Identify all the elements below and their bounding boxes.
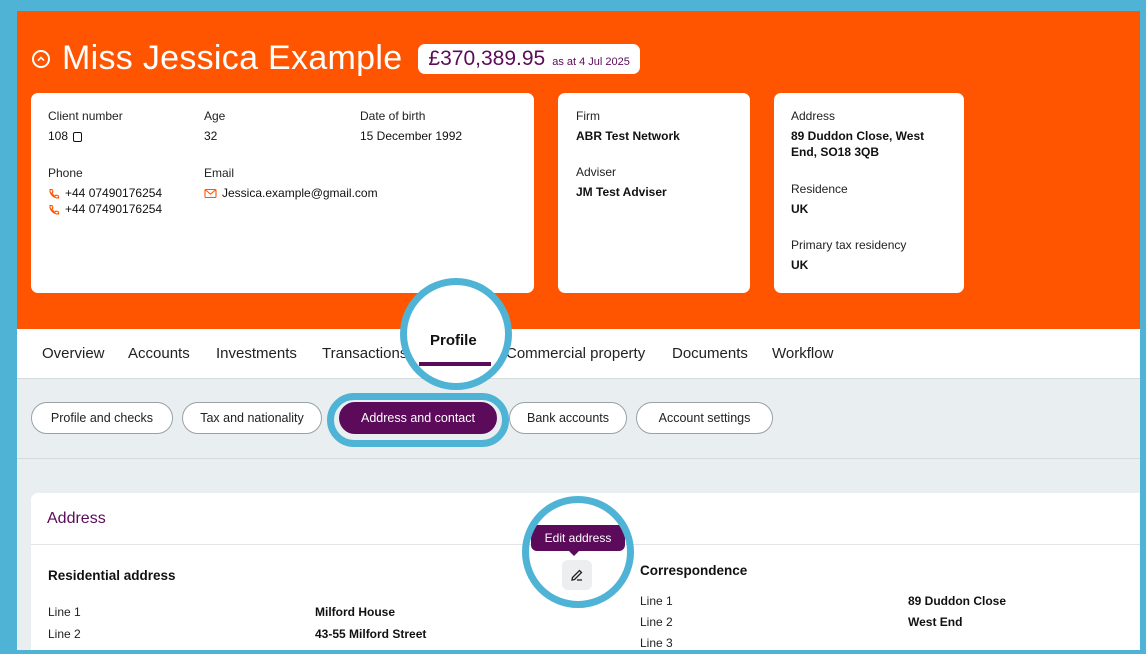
tooltip-arrow — [568, 550, 580, 556]
address-panel-title: Address — [47, 510, 106, 527]
age-value: 32 — [204, 129, 218, 143]
dob-label: Date of birth — [360, 109, 426, 123]
phone-number: +44 07490176254 — [65, 186, 163, 200]
phone-icon — [49, 204, 60, 215]
tab-commercial-property[interactable]: Commercial property — [506, 345, 645, 362]
residential-line1-label: Line 1 — [48, 605, 81, 619]
tax-residency-value: UK — [791, 258, 809, 272]
subtab-profile-and-checks[interactable]: Profile and checks — [31, 402, 173, 434]
portfolio-value: £370,389.95 — [428, 46, 546, 70]
subtab-bank-accounts[interactable]: Bank accounts — [509, 402, 627, 434]
tab-workflow[interactable]: Workflow — [772, 345, 833, 362]
adviser-field: Adviser JM Test Adviser — [576, 165, 667, 200]
residential-address-title: Residential address — [48, 568, 176, 583]
dob-field: Date of birth 15 December 1992 — [360, 109, 462, 144]
client-number-field: Client number 108 — [48, 109, 123, 144]
adviser-value: JM Test Adviser — [576, 185, 667, 199]
residence-value: UK — [791, 202, 809, 216]
age-label: Age — [204, 109, 226, 123]
residential-line2-value: 43-55 Milford Street — [315, 627, 427, 641]
mail-icon — [204, 189, 217, 199]
copy-icon[interactable] — [73, 131, 83, 142]
firm-label: Firm — [576, 109, 600, 123]
edit-address-tooltip: Edit address — [531, 525, 625, 551]
value-date: as at 4 Jul 2025 — [552, 55, 630, 68]
chevron-up-circle-icon[interactable] — [32, 49, 50, 68]
tab-investments[interactable]: Investments — [216, 345, 297, 362]
tab-accounts[interactable]: Accounts — [128, 345, 190, 362]
address-field: Address 89 Duddon Close, West End, SO18 … — [791, 109, 951, 160]
client-number: 108 — [48, 129, 69, 143]
phone-label: Phone — [48, 166, 83, 180]
tab-transactions[interactable]: Transactions — [322, 345, 407, 362]
client-page: Miss Jessica Example £370,389.95 as at 4… — [17, 11, 1140, 650]
title-row: Miss Jessica Example £370,389.95 as at 4… — [32, 39, 640, 78]
tab-documents[interactable]: Documents — [672, 345, 748, 362]
residential-line2-label: Line 2 — [48, 627, 81, 641]
residential-line1-value: Milford House — [315, 605, 395, 619]
firm-value: ABR Test Network — [576, 129, 680, 143]
correspondence-line2-value: West End — [908, 615, 963, 629]
profile-subtabs: Profile and checks Tax and nationality A… — [17, 379, 1140, 459]
firm-field: Firm ABR Test Network — [576, 109, 680, 144]
phone-icon — [49, 188, 60, 199]
tab-overview[interactable]: Overview — [42, 345, 105, 362]
correspondence-line2-label: Line 2 — [640, 615, 673, 629]
phone-number: +44 07490176254 — [65, 202, 163, 216]
pencil-icon — [571, 569, 583, 581]
phone-row[interactable]: +44 07490176254 — [48, 201, 162, 217]
tab-active-indicator — [419, 362, 491, 366]
subtab-account-settings[interactable]: Account settings — [636, 402, 773, 434]
correspondence-title: Correspondence — [640, 563, 748, 578]
tab-profile[interactable]: Profile — [430, 332, 477, 349]
client-header: Miss Jessica Example £370,389.95 as at 4… — [17, 11, 1140, 329]
correspondence-line3-label: Line 3 — [640, 636, 673, 650]
tax-residency-label: Primary tax residency — [791, 238, 907, 252]
email-field: Email Jessica.example@gmail.com — [204, 166, 378, 201]
email-row[interactable]: Jessica.example@gmail.com — [204, 185, 378, 201]
firm-card: Firm ABR Test Network Adviser JM Test Ad… — [558, 93, 750, 293]
adviser-label: Adviser — [576, 165, 617, 179]
correspondence-line1-label: Line 1 — [640, 594, 673, 608]
phone-row[interactable]: +44 07490176254 — [48, 185, 162, 201]
dob-value: 15 December 1992 — [360, 129, 463, 143]
tax-residency-field: Primary tax residency UK — [791, 238, 906, 273]
client-details-card: Client number 108 Age 32 Date of birth 1… — [31, 93, 534, 293]
residence-field: Residence UK — [791, 182, 848, 217]
edit-address-button[interactable] — [562, 560, 592, 590]
subtab-address-and-contact[interactable]: Address and contact — [339, 402, 497, 434]
age-field: Age 32 — [204, 109, 225, 144]
subtab-tax-and-nationality[interactable]: Tax and nationality — [182, 402, 322, 434]
client-name: Miss Jessica Example — [62, 39, 403, 77]
portfolio-value-badge: £370,389.95 as at 4 Jul 2025 — [418, 43, 640, 74]
email-value: Jessica.example@gmail.com — [222, 186, 378, 200]
address-label: Address — [791, 109, 836, 123]
main-tabs: Overview Accounts Investments Transactio… — [17, 329, 1140, 379]
email-label: Email — [204, 166, 235, 180]
client-number-label: Client number — [48, 109, 123, 123]
address-value: 89 Duddon Close, West End, SO18 3QB — [791, 129, 925, 159]
correspondence-line1-value: 89 Duddon Close — [908, 594, 1007, 608]
address-summary-card: Address 89 Duddon Close, West End, SO18 … — [774, 93, 964, 293]
phone-field: Phone +44 07490176254 +44 07490176254 — [48, 166, 162, 217]
residence-label: Residence — [791, 182, 848, 196]
